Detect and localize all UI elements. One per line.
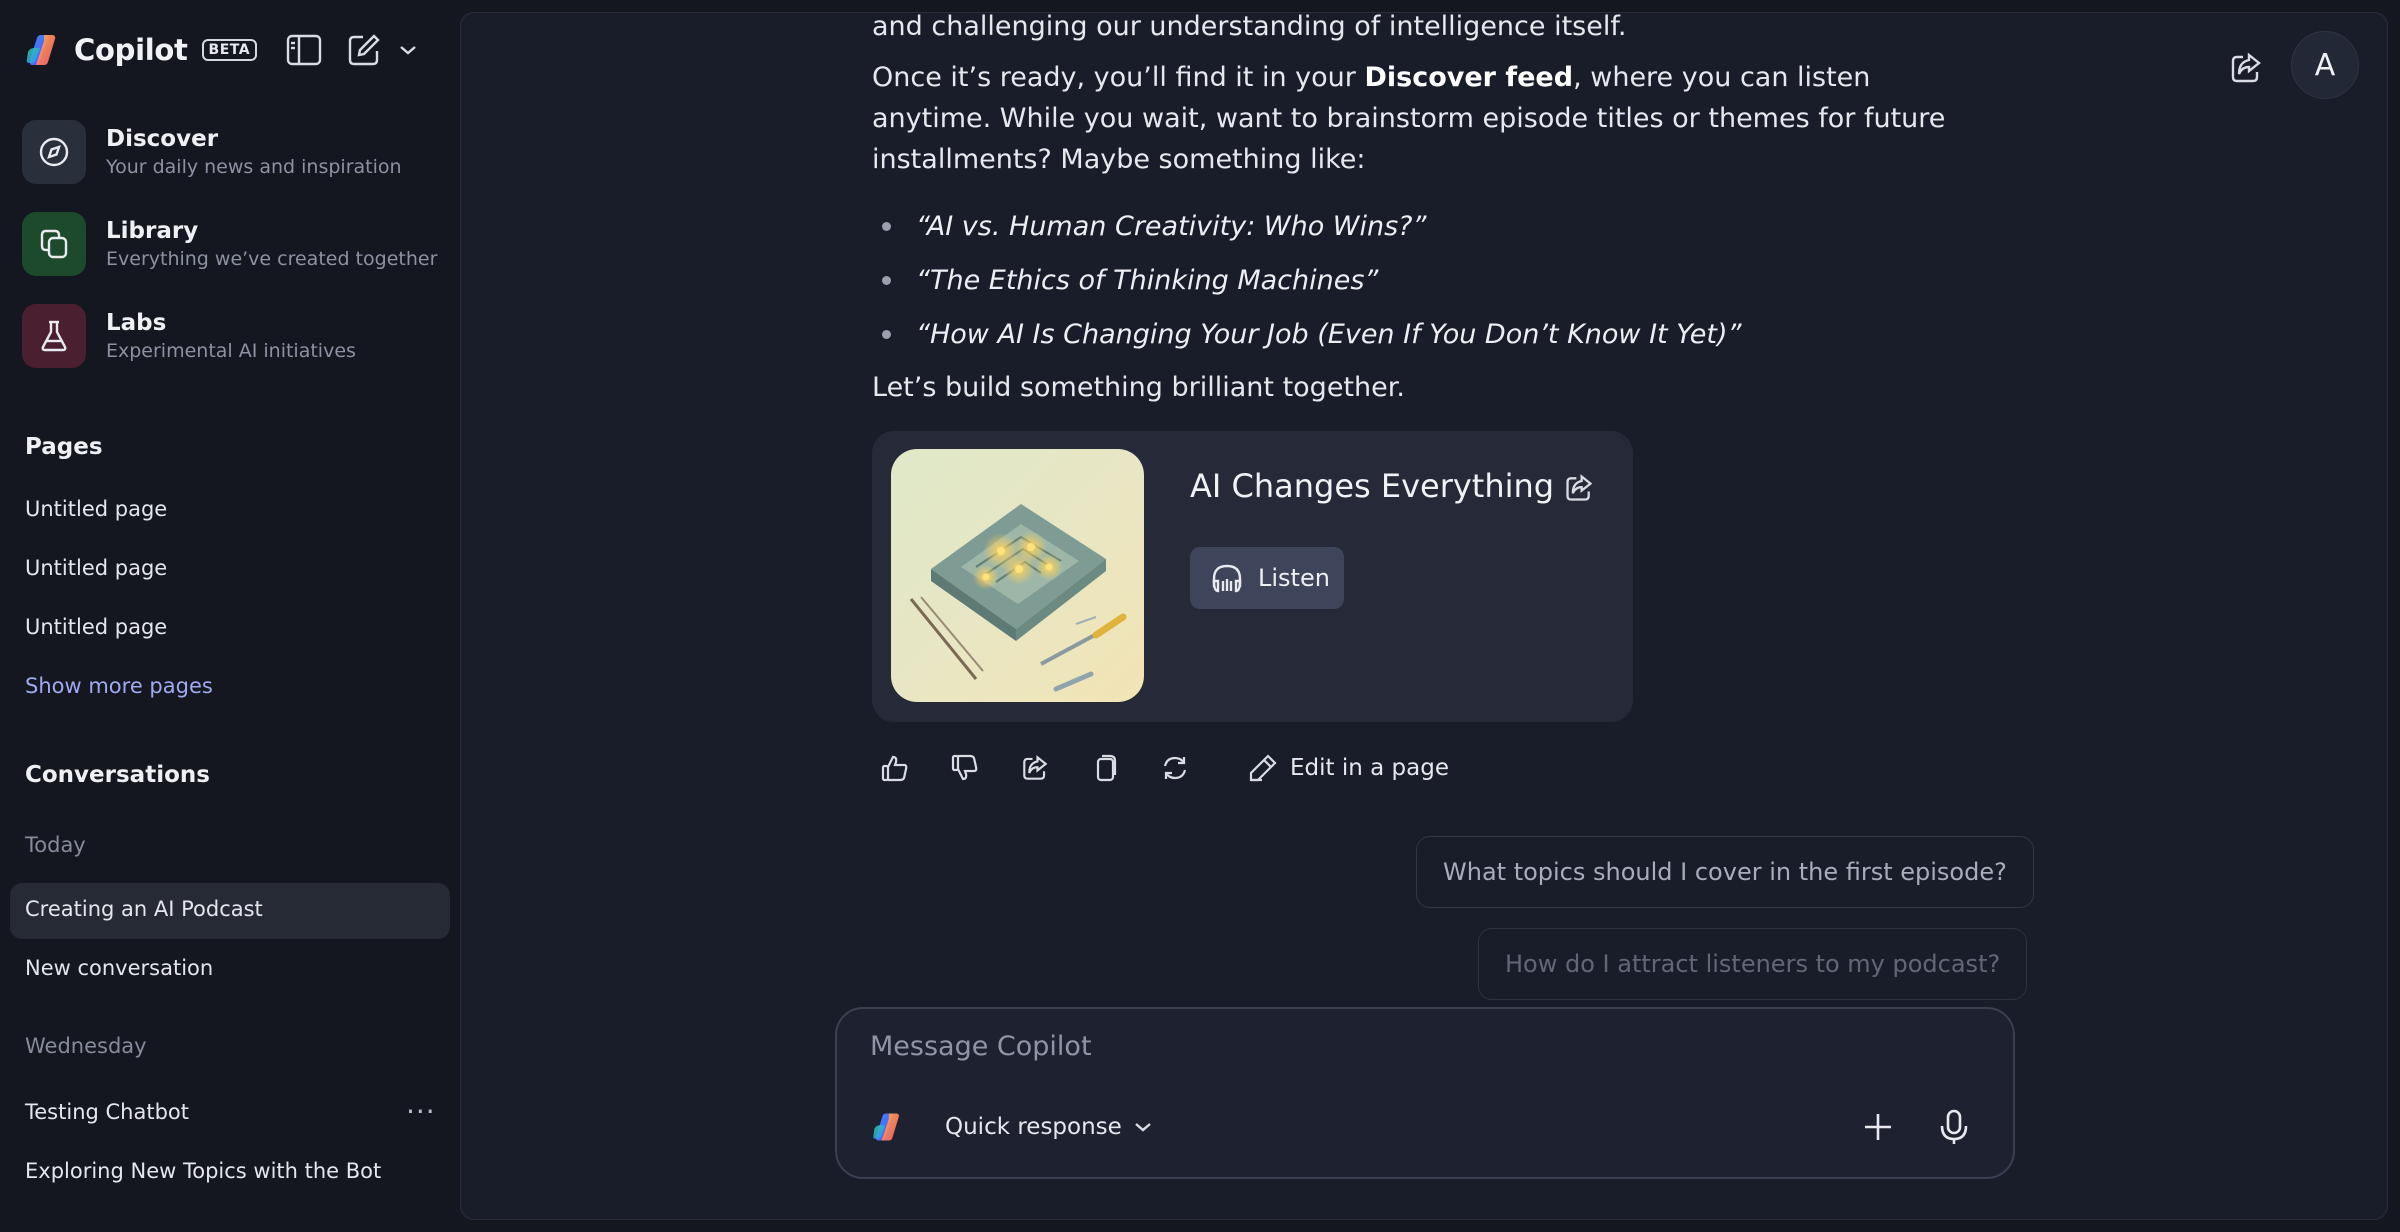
list-item: “The Ethics of Thinking Machines” bbox=[872, 253, 1972, 307]
listen-button[interactable]: Listen bbox=[1190, 547, 1344, 609]
message-composer[interactable]: Message Copilot Quick response bbox=[835, 1007, 2015, 1179]
page-item[interactable]: Untitled page bbox=[25, 556, 167, 580]
podcast-title: AI Changes Everything bbox=[1190, 467, 1555, 505]
list-item: “AI vs. Human Creativity: Who Wins?” bbox=[872, 199, 1972, 253]
suggestion-chip[interactable]: What topics should I cover in the first … bbox=[1416, 836, 2034, 908]
nav-title: Labs bbox=[106, 310, 167, 336]
avatar[interactable]: A bbox=[2291, 31, 2359, 99]
nav-title: Discover bbox=[106, 126, 219, 152]
message-actions: Edit in a page bbox=[872, 745, 1449, 791]
edit-in-page-label: Edit in a page bbox=[1290, 755, 1449, 781]
conversations-heading: Conversations bbox=[25, 762, 210, 788]
new-chat-icon[interactable] bbox=[344, 30, 384, 70]
conversation-group-label: Today bbox=[25, 833, 86, 857]
pages-heading: Pages bbox=[25, 434, 103, 460]
podcast-thumbnail bbox=[891, 449, 1144, 702]
conversation-group-label: Wednesday bbox=[25, 1034, 147, 1058]
nav-title: Library bbox=[106, 218, 199, 244]
conversation-item[interactable]: Testing Chatbot bbox=[25, 1100, 189, 1124]
message-closing: Let’s build something brilliant together… bbox=[872, 372, 1405, 403]
message-input[interactable]: Message Copilot bbox=[870, 1031, 1092, 1062]
edit-in-page-button[interactable]: Edit in a page bbox=[1248, 753, 1449, 783]
podcast-card: AI Changes Everything Listen bbox=[872, 431, 1633, 722]
app-header: Copilot BETA bbox=[22, 30, 258, 70]
conversation-item[interactable]: Creating an AI Podcast bbox=[25, 897, 263, 921]
discover-feed-text: Discover feed bbox=[1364, 62, 1574, 93]
beta-badge: BETA bbox=[201, 39, 258, 61]
microphone-icon[interactable] bbox=[1934, 1105, 1974, 1149]
sidebar: Copilot BETA Discover Your daily news an… bbox=[0, 0, 460, 1232]
suggestion-chip[interactable]: How do I attract listeners to my podcast… bbox=[1478, 928, 2028, 1000]
page-item[interactable]: Untitled page bbox=[25, 497, 167, 521]
chevron-down-icon bbox=[1135, 1123, 1151, 1132]
message-paragraph: Once it’s ready, you’ll find it in your … bbox=[872, 62, 1946, 175]
app-name: Copilot bbox=[74, 33, 188, 67]
message-line: and challenging our understanding of int… bbox=[872, 12, 1627, 42]
show-more-pages-link[interactable]: Show more pages bbox=[25, 674, 213, 698]
response-mode-dropdown[interactable]: Quick response bbox=[945, 1109, 1152, 1145]
flask-icon bbox=[22, 304, 86, 368]
toggle-sidebar-icon[interactable] bbox=[284, 30, 324, 70]
conversation-item[interactable]: New conversation bbox=[25, 956, 213, 980]
headphones-icon bbox=[1212, 564, 1242, 593]
compass-icon bbox=[22, 120, 86, 184]
share-icon[interactable] bbox=[1012, 745, 1058, 791]
copy-icon[interactable] bbox=[1082, 745, 1128, 791]
page-item[interactable]: Untitled page bbox=[25, 615, 167, 639]
copilot-logo-icon bbox=[26, 35, 56, 65]
copilot-logo-icon bbox=[873, 1113, 899, 1141]
share-icon[interactable] bbox=[1562, 471, 1596, 505]
conversation-item[interactable]: Exploring New Topics with the Bot bbox=[25, 1159, 381, 1183]
nav-discover[interactable]: Discover Your daily news and inspiration bbox=[22, 117, 442, 187]
more-options-icon[interactable]: ··· bbox=[406, 1098, 436, 1126]
thumbs-down-icon[interactable] bbox=[942, 745, 988, 791]
thumbs-up-icon[interactable] bbox=[872, 745, 918, 791]
edit-pen-icon bbox=[1249, 754, 1277, 782]
suggestion-bullet-list: “AI vs. Human Creativity: Who Wins?” “Th… bbox=[872, 199, 1972, 361]
add-icon[interactable] bbox=[1858, 1107, 1898, 1147]
library-icon bbox=[22, 212, 86, 276]
nav-subtitle: Experimental AI initiatives bbox=[106, 340, 356, 362]
chat-panel: A and challenging our understanding of i… bbox=[460, 12, 2388, 1220]
nav-library[interactable]: Library Everything we’ve created togethe… bbox=[22, 209, 442, 279]
share-icon[interactable] bbox=[2221, 43, 2271, 93]
nav-labs[interactable]: Labs Experimental AI initiatives bbox=[22, 301, 442, 371]
list-item: “How AI Is Changing Your Job (Even If Yo… bbox=[872, 307, 1972, 361]
nav-subtitle: Everything we’ve created together bbox=[106, 248, 438, 270]
listen-label: Listen bbox=[1258, 564, 1330, 592]
regenerate-icon[interactable] bbox=[1152, 745, 1198, 791]
response-mode-label: Quick response bbox=[945, 1114, 1122, 1140]
nav-subtitle: Your daily news and inspiration bbox=[106, 156, 402, 178]
chevron-down-icon[interactable] bbox=[390, 30, 426, 70]
